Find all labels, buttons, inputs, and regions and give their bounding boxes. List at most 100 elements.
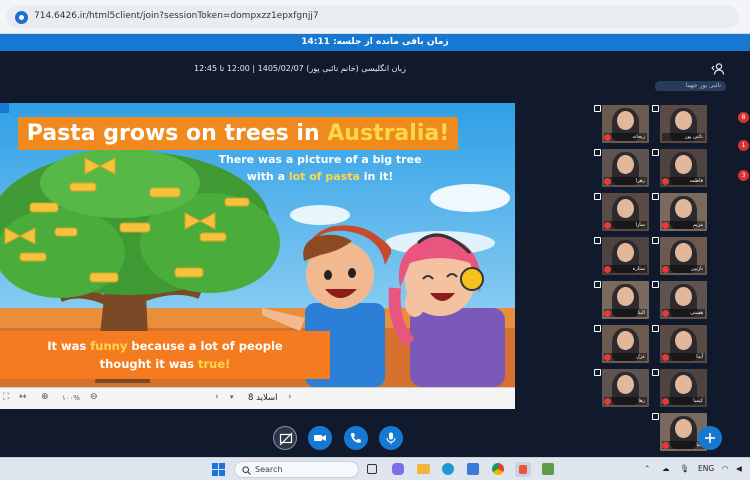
expand-video-icon[interactable] (594, 105, 601, 112)
slide-minimize-tab[interactable] (0, 103, 9, 113)
caption-top-line1: There was a picture of a big tree (218, 153, 422, 166)
microphone-button[interactable] (379, 426, 403, 450)
participant-face (675, 199, 692, 218)
search-icon (242, 466, 251, 475)
expand-video-icon[interactable] (652, 281, 659, 288)
participant-tile[interactable]: فاطمه (660, 149, 707, 187)
participant-tile[interactable]: نازنین (660, 237, 707, 275)
screen-share-button[interactable] (273, 426, 297, 450)
wifi-icon[interactable]: ◠ (722, 464, 729, 473)
user-list-icon[interactable] (711, 62, 725, 76)
participant-face (617, 331, 634, 350)
expand-video-icon[interactable] (652, 105, 659, 112)
expand-video-icon[interactable] (594, 193, 601, 200)
windows-taskbar: Search ⌃ ☁ 🎙 ENG ◠ ◀ (0, 457, 750, 480)
zoom-level: ۱۰۰% (62, 394, 80, 402)
site-info-icon[interactable] (15, 11, 28, 24)
expand-video-icon[interactable] (594, 369, 601, 376)
app-extra-icon[interactable] (542, 463, 554, 475)
fit-width-icon[interactable]: ↔ (19, 392, 27, 402)
app-store-icon[interactable] (467, 463, 479, 475)
expand-video-icon[interactable] (594, 237, 601, 244)
meeting-title: زبان انگلیسی (خانم نائبی پور) 1405/02/07… (194, 64, 406, 73)
participant-tile[interactable]: ریحانه (602, 105, 649, 143)
participant-tile[interactable]: زهرا (602, 149, 649, 187)
participant-face (675, 375, 692, 394)
participant-face (617, 111, 634, 130)
participant-face (617, 375, 634, 394)
expand-video-icon[interactable] (652, 369, 659, 376)
expand-video-icon[interactable] (652, 413, 659, 420)
notification-badge: 3 (738, 170, 749, 181)
muted-mic-icon (662, 310, 669, 317)
participant-face (617, 287, 634, 306)
participant-face (617, 199, 634, 218)
chevron-up-icon[interactable]: ⌃ (644, 464, 650, 473)
app-edge-icon[interactable] (442, 463, 454, 475)
session-timer: زمان باقی مانده از جلسه: 14:11 (0, 34, 750, 51)
app-copilot-icon[interactable] (392, 463, 404, 475)
taskbar-search[interactable]: Search (234, 461, 359, 478)
participant-tile[interactable]: کیمیا (660, 369, 707, 407)
camera-icon (314, 435, 326, 441)
participant-face (617, 243, 634, 262)
participant-tile[interactable]: هستی (660, 281, 707, 319)
participant-tile[interactable]: نائبی پور (660, 105, 707, 143)
participant-tile[interactable]: الینا (602, 281, 649, 319)
expand-video-icon[interactable] (594, 149, 601, 156)
slide-selector[interactable]: اسلاید 8 (248, 393, 278, 403)
caption-bottom-text-2: because a lot of people (127, 339, 283, 353)
browser-address-bar: 714.6426.ir/html5client/join?sessionToke… (0, 0, 750, 34)
expand-video-icon[interactable] (594, 325, 601, 332)
windows-start-icon[interactable] (212, 463, 225, 476)
next-slide-icon[interactable]: › (288, 392, 292, 402)
muted-mic-icon (604, 398, 611, 405)
previous-slide-icon[interactable]: ‹ (215, 392, 219, 402)
participant-face (675, 111, 692, 130)
participant-name: نائبی پور (662, 133, 705, 141)
headline-text: Pasta grows on trees in (26, 121, 328, 146)
participant-tile[interactable]: سارا (602, 193, 649, 231)
expand-video-icon[interactable] (652, 325, 659, 332)
app-file-explorer-icon[interactable] (417, 464, 430, 474)
caption-top-line2: with a lot of pasta in it! (215, 168, 425, 185)
screen: { "browser":{"url":"714.6426.ir/html5cli… (0, 0, 750, 480)
phone-button[interactable] (344, 426, 368, 450)
participant-tile[interactable]: رها (602, 369, 649, 407)
zoom-out-icon[interactable]: ⊖ (90, 392, 98, 402)
camera-button[interactable] (308, 426, 332, 450)
muted-mic-icon (662, 354, 669, 361)
app-chrome-icon[interactable] (492, 463, 504, 475)
caption-top-end: in it! (359, 170, 394, 183)
expand-video-icon[interactable] (652, 193, 659, 200)
participant-tile[interactable]: آیدا (660, 325, 707, 363)
muted-mic-icon (604, 354, 611, 361)
caption-bottom-line1: It was funny because a lot of people (0, 337, 330, 355)
expand-video-icon[interactable] (594, 281, 601, 288)
caption-bottom-text: It was (47, 339, 91, 353)
fullscreen-icon[interactable]: ⛶ (3, 392, 9, 402)
expand-video-icon[interactable] (652, 149, 659, 156)
participant-face (675, 155, 692, 174)
slide-caption-bottom: It was funny because a lot of people tho… (0, 331, 330, 379)
plus-icon (705, 433, 715, 443)
participant-grid: نائبی پور ریحانه فاطمه زهرا مریم سارا نازنین ست… (594, 105, 712, 451)
mic-tray-icon[interactable]: 🎙 (680, 464, 690, 473)
zoom-in-icon[interactable]: ⊕ (41, 392, 49, 402)
participant-tile[interactable]: غزل (602, 325, 649, 363)
expand-video-icon[interactable] (652, 237, 659, 244)
caption-top-text: with a (246, 170, 289, 183)
chevron-down-icon[interactable]: ▾ (230, 393, 234, 401)
language-indicator[interactable]: ENG (698, 464, 714, 473)
task-view-icon[interactable] (367, 464, 377, 474)
participant-face (617, 155, 634, 174)
actions-button[interactable] (698, 426, 722, 450)
participant-tile[interactable]: مریم (660, 193, 707, 231)
participant-tile[interactable]: ستاره (602, 237, 649, 275)
main-area: Pasta grows on trees in Australia! There… (0, 91, 750, 457)
volume-icon[interactable]: ◀ (736, 464, 742, 473)
url-text[interactable]: 714.6426.ir/html5client/join?sessionToke… (34, 11, 319, 21)
app-media-icon[interactable] (515, 462, 531, 477)
cloud-icon[interactable]: ☁ (662, 464, 670, 473)
caption-bottom-text-3: thought it was (99, 357, 198, 371)
